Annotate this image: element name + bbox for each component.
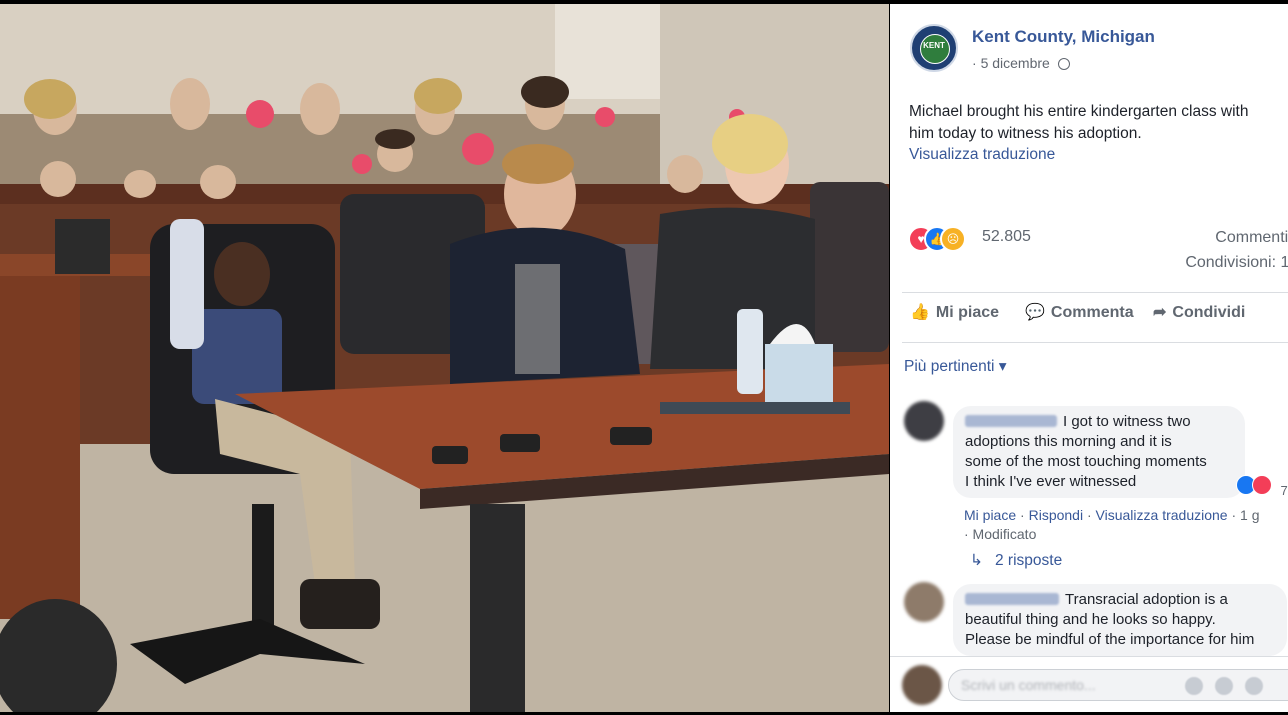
comment-reply-link[interactable]: Rispondi bbox=[1029, 507, 1083, 523]
post-actions: 👍 Mi piace 💬 Commenta ➦ Condividi bbox=[910, 302, 1288, 326]
globe-icon bbox=[1057, 58, 1070, 70]
replies-label: 2 risposte bbox=[995, 552, 1063, 569]
post-meta: · 5 dicembre bbox=[972, 55, 1070, 71]
avatar-text: KENT bbox=[923, 41, 945, 50]
separator: · bbox=[1020, 507, 1025, 523]
comment-label: Commenta bbox=[1050, 304, 1134, 321]
comment-bubble: I got to witness two adoptions this morn… bbox=[953, 406, 1245, 498]
post-photo[interactable] bbox=[0, 4, 889, 712]
comment-text: Transracial adoption is a bbox=[1065, 591, 1228, 608]
page-name-link[interactable]: Kent County, Michigan bbox=[972, 27, 1155, 47]
post-panel: KENT Kent County, Michigan · 5 dicembre … bbox=[890, 4, 1288, 712]
like-label: Mi piace bbox=[935, 304, 1000, 321]
commenter-name-link[interactable] bbox=[965, 415, 1057, 427]
share-icon: ➦ bbox=[1153, 304, 1167, 321]
divider bbox=[902, 292, 1288, 293]
separator: · bbox=[1086, 507, 1092, 523]
commenter-avatar[interactable] bbox=[904, 401, 944, 441]
comment-text: Please be mindful of the importance for … bbox=[965, 631, 1255, 648]
share-label: Condividi bbox=[1172, 304, 1246, 321]
comment-text: I got to witness two bbox=[1063, 413, 1191, 430]
user-avatar bbox=[902, 665, 942, 705]
comment-text: beautiful thing and he looks so happy. bbox=[965, 611, 1216, 628]
comment-translate-link[interactable]: Visualizza traduzione bbox=[1096, 507, 1228, 523]
comment-composer: Scrivi un commento... bbox=[890, 656, 1288, 712]
translate-link[interactable]: Visualizza traduzione bbox=[909, 146, 1055, 164]
comment-bubble: Transracial adoption is a beautiful thin… bbox=[953, 584, 1287, 656]
divider bbox=[902, 342, 1288, 343]
post-date-link[interactable]: 5 dicembre bbox=[981, 55, 1050, 71]
comments-count-link[interactable]: Commenti: 4 bbox=[1215, 229, 1288, 247]
comment-input[interactable]: Scrivi un commento... bbox=[948, 669, 1288, 701]
comment-sort-dropdown[interactable]: Più pertinenti ▾ bbox=[904, 357, 1007, 376]
comment-actions: Mi piace · Rispondi · Visualizza traduzi… bbox=[964, 506, 1260, 544]
post-text: Michael brought his entire kindergarten … bbox=[909, 101, 1288, 145]
thumbs-up-icon: 👍 bbox=[910, 304, 930, 321]
comment-reaction-count: 7 bbox=[1280, 483, 1288, 498]
camera-icon[interactable] bbox=[1215, 677, 1233, 695]
comment-edited: · Modificato bbox=[964, 526, 1037, 542]
commenter-avatar[interactable] bbox=[904, 582, 944, 622]
page-avatar[interactable]: KENT bbox=[910, 24, 958, 72]
meta-separator: · bbox=[972, 55, 977, 71]
comment-text: some of the most touching moments bbox=[965, 453, 1207, 470]
view-replies-link[interactable]: ↳ 2 risposte bbox=[970, 551, 1062, 570]
separator: · bbox=[1231, 507, 1237, 523]
emoji-icon[interactable] bbox=[1185, 677, 1203, 695]
comment-icon: 💬 bbox=[1025, 304, 1045, 321]
reply-arrow-icon: ↳ bbox=[970, 552, 983, 569]
love-reaction-icon bbox=[1252, 475, 1272, 495]
comment-input-placeholder: Scrivi un commento... bbox=[961, 677, 1096, 693]
like-button[interactable]: 👍 Mi piace bbox=[910, 302, 999, 322]
comment-text: I think I've ever witnessed bbox=[965, 473, 1137, 490]
sad-reaction-icon: ☹ bbox=[940, 226, 966, 252]
comment-button[interactable]: 💬 Commenta bbox=[1025, 302, 1134, 322]
commenter-name-link[interactable] bbox=[965, 593, 1059, 605]
post-header: KENT Kent County, Michigan · 5 dicembre bbox=[910, 24, 1280, 80]
post-text-line: Michael brought his entire kindergarten … bbox=[909, 103, 1249, 120]
shares-count-link[interactable]: Condivisioni: 118 bbox=[1185, 254, 1288, 272]
reaction-count: 52.805 bbox=[982, 228, 1031, 245]
post-text-line: him today to witness his adoption. bbox=[909, 125, 1142, 142]
comment-reactions[interactable]: 7 bbox=[1236, 475, 1288, 498]
gif-icon[interactable] bbox=[1245, 677, 1263, 695]
comment-text: adoptions this morning and it is bbox=[965, 433, 1172, 450]
share-button[interactable]: ➦ Condividi bbox=[1153, 302, 1245, 322]
comment-like-link[interactable]: Mi piace bbox=[964, 507, 1016, 523]
comment-time[interactable]: 1 g bbox=[1240, 507, 1259, 523]
